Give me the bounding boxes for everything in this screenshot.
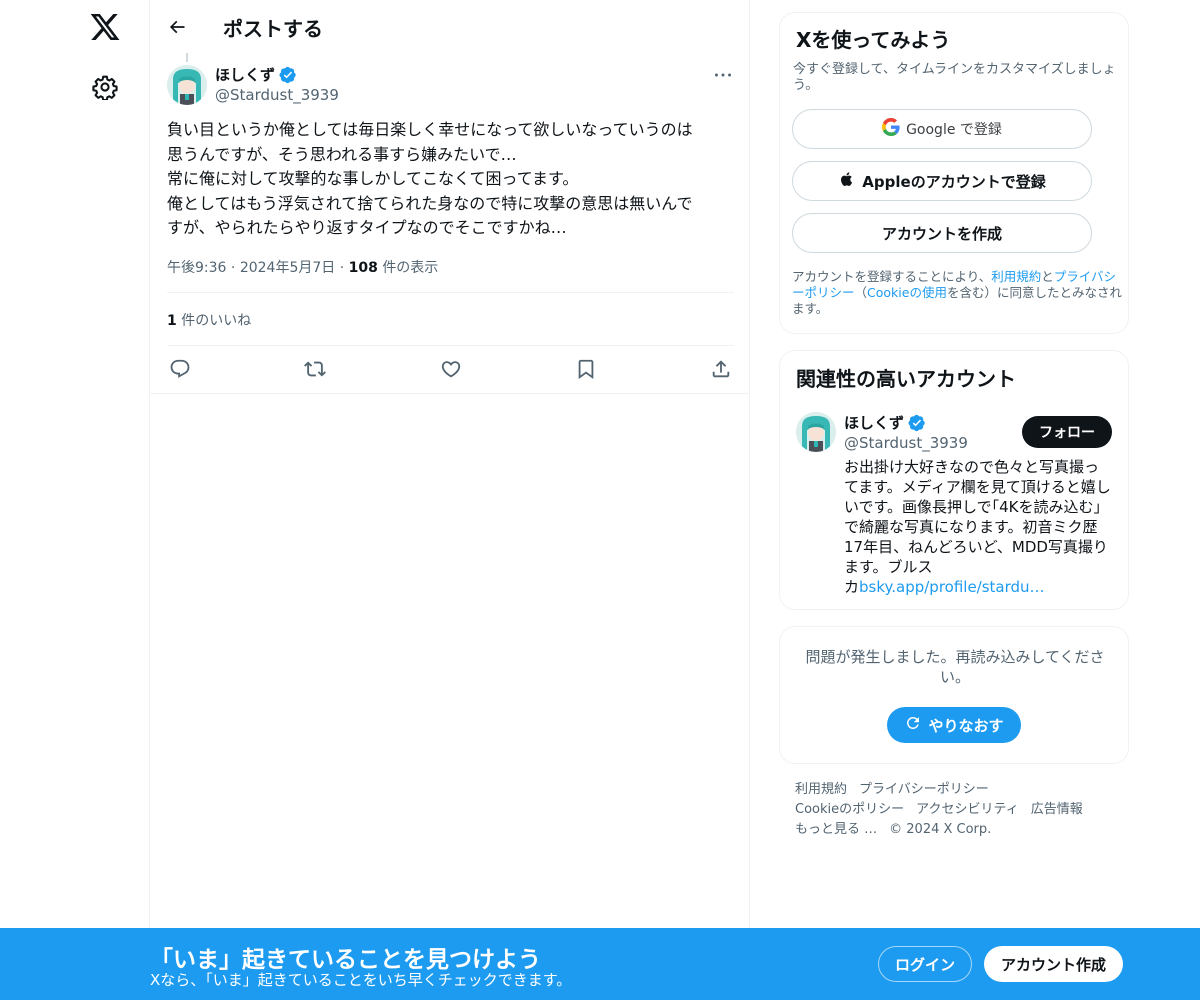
views-count: 108 xyxy=(348,260,378,276)
author-name[interactable]: ほしくず xyxy=(215,64,297,85)
apple-signup-label: Appleのアカウントで登録 xyxy=(862,172,1046,191)
bio-line: カbsky.app/profile/stardu… xyxy=(844,577,1119,597)
signup-button[interactable]: アカウント作成 xyxy=(984,946,1123,982)
likes-label: 件のいいね xyxy=(181,313,252,329)
bio-text: カ xyxy=(844,578,860,596)
signup-subtitle: 今すぐ登録して、タイムラインをカスタマイズしましょう。 xyxy=(793,62,1116,93)
author-handle[interactable]: @Stardust_3939 xyxy=(215,86,339,104)
meta-separator: · xyxy=(230,260,236,276)
footer-terms-link[interactable]: 利用規約 xyxy=(795,780,847,800)
terms-link[interactable]: 利用規約 xyxy=(991,269,1041,284)
more-icon[interactable] xyxy=(712,66,734,84)
retry-label: やりなおす xyxy=(928,716,1004,735)
related-accounts-card: 関連性の高いアカウント ほしくず @Stardust_3939 フォロー お出掛… xyxy=(779,350,1129,610)
related-account-handle[interactable]: @Stardust_3939 xyxy=(844,434,968,452)
bio-line: お出掛け大好きなので色々と写真撮っ xyxy=(844,458,1100,476)
divider xyxy=(167,345,734,346)
related-name-text[interactable]: ほしくず xyxy=(844,412,904,433)
bio-link[interactable]: bsky.app/profile/stardu… xyxy=(859,578,1045,596)
post-meta: 午後9:36 · 2024年5月7日 · 108 件の表示 xyxy=(167,257,438,277)
likes-row[interactable]: 1 件のいいね xyxy=(167,310,251,330)
refresh-icon xyxy=(904,714,922,736)
create-account-label: アカウントを作成 xyxy=(881,224,1002,243)
verified-badge-icon xyxy=(908,414,926,432)
error-card: 問題が発生しました。再読み込みしてください。 やりなおす xyxy=(779,626,1129,764)
share-icon[interactable] xyxy=(708,356,734,382)
reply-icon[interactable] xyxy=(167,356,193,382)
bio-line: ます。ブルス xyxy=(844,558,933,576)
google-signup-button[interactable]: Google で登録 xyxy=(792,109,1092,149)
login-button[interactable]: ログイン xyxy=(878,946,972,982)
bottom-signup-banner: 「いま」起きていることを見つけよう Xなら、「いま」起きていることをいち早くチェ… xyxy=(0,928,1200,1000)
terms-text: と xyxy=(1041,269,1054,284)
terms-text: （ xyxy=(854,285,868,300)
footer-links: 利用規約 プライバシーポリシー Cookieのポリシー アクセシビリティ 広告情… xyxy=(795,780,1115,840)
follow-button[interactable]: フォロー xyxy=(1022,416,1112,448)
avatar[interactable] xyxy=(796,412,836,452)
post-text-line: 常に俺に対して攻撃的な事しかしてこなくて困ってます。 xyxy=(167,169,579,188)
top-bar: ポストする xyxy=(150,0,750,53)
footer-more-link[interactable]: もっと見る … xyxy=(795,820,877,840)
related-account-bio: お出掛け大好きなので色々と写真撮っ てます。メディア欄を見て頂けると嬉し いです… xyxy=(844,457,1119,597)
footer-ads-link[interactable]: 広告情報 xyxy=(1031,800,1083,820)
terms-text: アカウントを登録することにより、 xyxy=(792,269,992,284)
google-signup-label: Google で登録 xyxy=(906,122,1002,138)
bio-line: てます。メディア欄を見て頂けると嬉し xyxy=(844,478,1111,496)
related-title: 関連性の高いアカウント xyxy=(796,367,1016,391)
terms-notice: アカウントを登録することにより、利用規約とプライバシーポリシー（Cookieの使… xyxy=(792,269,1122,317)
meta-separator: · xyxy=(339,260,345,276)
back-arrow-icon[interactable] xyxy=(162,12,192,42)
bio-line: で綺麗な写真になります。初音ミク歴 xyxy=(844,518,1098,536)
post-text-line: 思うんですが、そう思われる事すら嫌みたいで… xyxy=(167,144,517,164)
x-logo-icon[interactable] xyxy=(89,11,121,43)
author-name-text[interactable]: ほしくず xyxy=(215,64,275,85)
apple-signup-button[interactable]: Appleのアカウントで登録 xyxy=(792,161,1092,201)
signup-card: Xを使ってみよう 今すぐ登録して、タイムラインをカスタマイズしましょう。 Goo… xyxy=(779,12,1129,334)
bookmark-icon[interactable] xyxy=(573,356,599,382)
main-column: ポストする ほしくず @Stardust_3939 負い目というか俺としては毎日… xyxy=(149,0,750,1000)
footer-privacy-link[interactable]: プライバシーポリシー xyxy=(859,780,989,800)
divider xyxy=(150,393,750,394)
related-account-name[interactable]: ほしくず xyxy=(844,412,926,433)
post-text: 負い目というか俺としては毎日楽しく幸せになって欲しいなっていうのは 思うんですが… xyxy=(167,118,737,241)
create-account-button[interactable]: アカウントを作成 xyxy=(792,213,1092,253)
thread-line xyxy=(186,53,188,62)
apple-icon xyxy=(838,170,856,192)
action-bar xyxy=(167,356,734,382)
bio-line: いです。画像長押しで｢4Kを読み込む｣ xyxy=(844,498,1101,516)
post-text-line: 俺としてはもう浮気されて捨てられた身なので特に攻撃の意思は無いんで xyxy=(167,193,693,213)
post-date[interactable]: 2024年5月7日 xyxy=(240,260,335,276)
repost-icon[interactable] xyxy=(302,356,328,382)
post-text-line: すが、やられたらやり返すタイプなのでそこですかね… xyxy=(167,218,567,237)
divider xyxy=(167,292,734,293)
footer-accessibility-link[interactable]: アクセシビリティ xyxy=(916,800,1019,820)
banner-subtitle: Xなら、「いま」起きていることをいち早くチェックできます。 xyxy=(150,971,572,989)
error-message: 問題が発生しました。再読み込みしてください。 xyxy=(805,648,1105,686)
signup-title: Xを使ってみよう xyxy=(796,28,951,52)
verified-badge-icon xyxy=(279,66,297,84)
likes-count: 1 xyxy=(167,313,177,329)
bio-line: 17年目、ねんどろいど、MDD写真撮り xyxy=(844,538,1108,556)
views-label: 件の表示 xyxy=(382,260,439,276)
cookie-link[interactable]: Cookieの使用 xyxy=(867,285,947,300)
like-icon[interactable] xyxy=(438,356,464,382)
post-text-line: 負い目というか俺としては毎日楽しく幸せになって欲しいなっていうのは xyxy=(167,120,693,139)
google-icon xyxy=(882,118,900,140)
left-nav xyxy=(0,0,150,1000)
post-time[interactable]: 午後9:36 xyxy=(167,260,226,276)
footer-copyright: © 2024 X Corp. xyxy=(889,822,992,837)
retry-button[interactable]: やりなおす xyxy=(887,707,1021,743)
footer-cookie-link[interactable]: Cookieのポリシー xyxy=(795,800,904,820)
gear-icon[interactable] xyxy=(92,74,118,102)
page-title: ポストする xyxy=(223,17,323,41)
avatar[interactable] xyxy=(167,65,207,105)
